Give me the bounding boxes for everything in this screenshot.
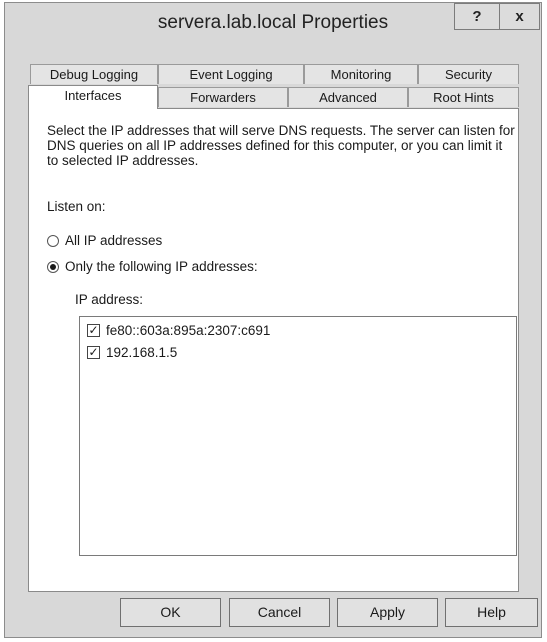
tab-monitoring[interactable]: Monitoring: [304, 64, 418, 84]
all-ip-radio[interactable]: [47, 235, 59, 247]
only-following-ip-label[interactable]: Only the following IP addresses:: [65, 259, 258, 274]
all-ip-label[interactable]: All IP addresses: [65, 233, 162, 248]
tab-interfaces[interactable]: Interfaces: [28, 85, 158, 109]
ip-checkbox[interactable]: ✓: [87, 346, 100, 359]
tab-root-hints[interactable]: Root Hints: [408, 87, 519, 107]
apply-button[interactable]: Apply: [337, 598, 438, 627]
properties-dialog: servera.lab.local Properties ? x Debug L…: [4, 2, 542, 638]
tab-forwarders[interactable]: Forwarders: [158, 87, 288, 107]
cancel-button[interactable]: Cancel: [229, 598, 330, 627]
only-following-ip-radio[interactable]: [47, 261, 59, 273]
tab-advanced[interactable]: Advanced: [288, 87, 408, 107]
tab-security[interactable]: Security: [418, 64, 519, 84]
interfaces-panel: Select the IP addresses that will serve …: [28, 108, 519, 592]
ip-address-label: IP address:: [75, 292, 144, 307]
ip-address-list[interactable]: ✓ fe80::603a:895a:2307:c691 ✓ 192.168.1.…: [79, 316, 517, 556]
ip-checkbox[interactable]: ✓: [87, 324, 100, 337]
interfaces-description: Select the IP addresses that will serve …: [47, 123, 515, 168]
help-button[interactable]: Help: [445, 598, 538, 627]
tab-debug-logging[interactable]: Debug Logging: [30, 64, 158, 84]
ip-address-text: 192.168.1.5: [106, 345, 178, 360]
listen-on-label: Listen on:: [47, 199, 106, 214]
title-bar: servera.lab.local Properties ? x: [5, 3, 541, 43]
ok-button[interactable]: OK: [120, 598, 221, 627]
ip-address-text: fe80::603a:895a:2307:c691: [106, 323, 271, 338]
tab-event-logging[interactable]: Event Logging: [158, 64, 304, 84]
radio-selected-dot: [50, 264, 56, 270]
help-title-button[interactable]: ?: [454, 3, 500, 30]
close-button[interactable]: x: [499, 3, 540, 30]
